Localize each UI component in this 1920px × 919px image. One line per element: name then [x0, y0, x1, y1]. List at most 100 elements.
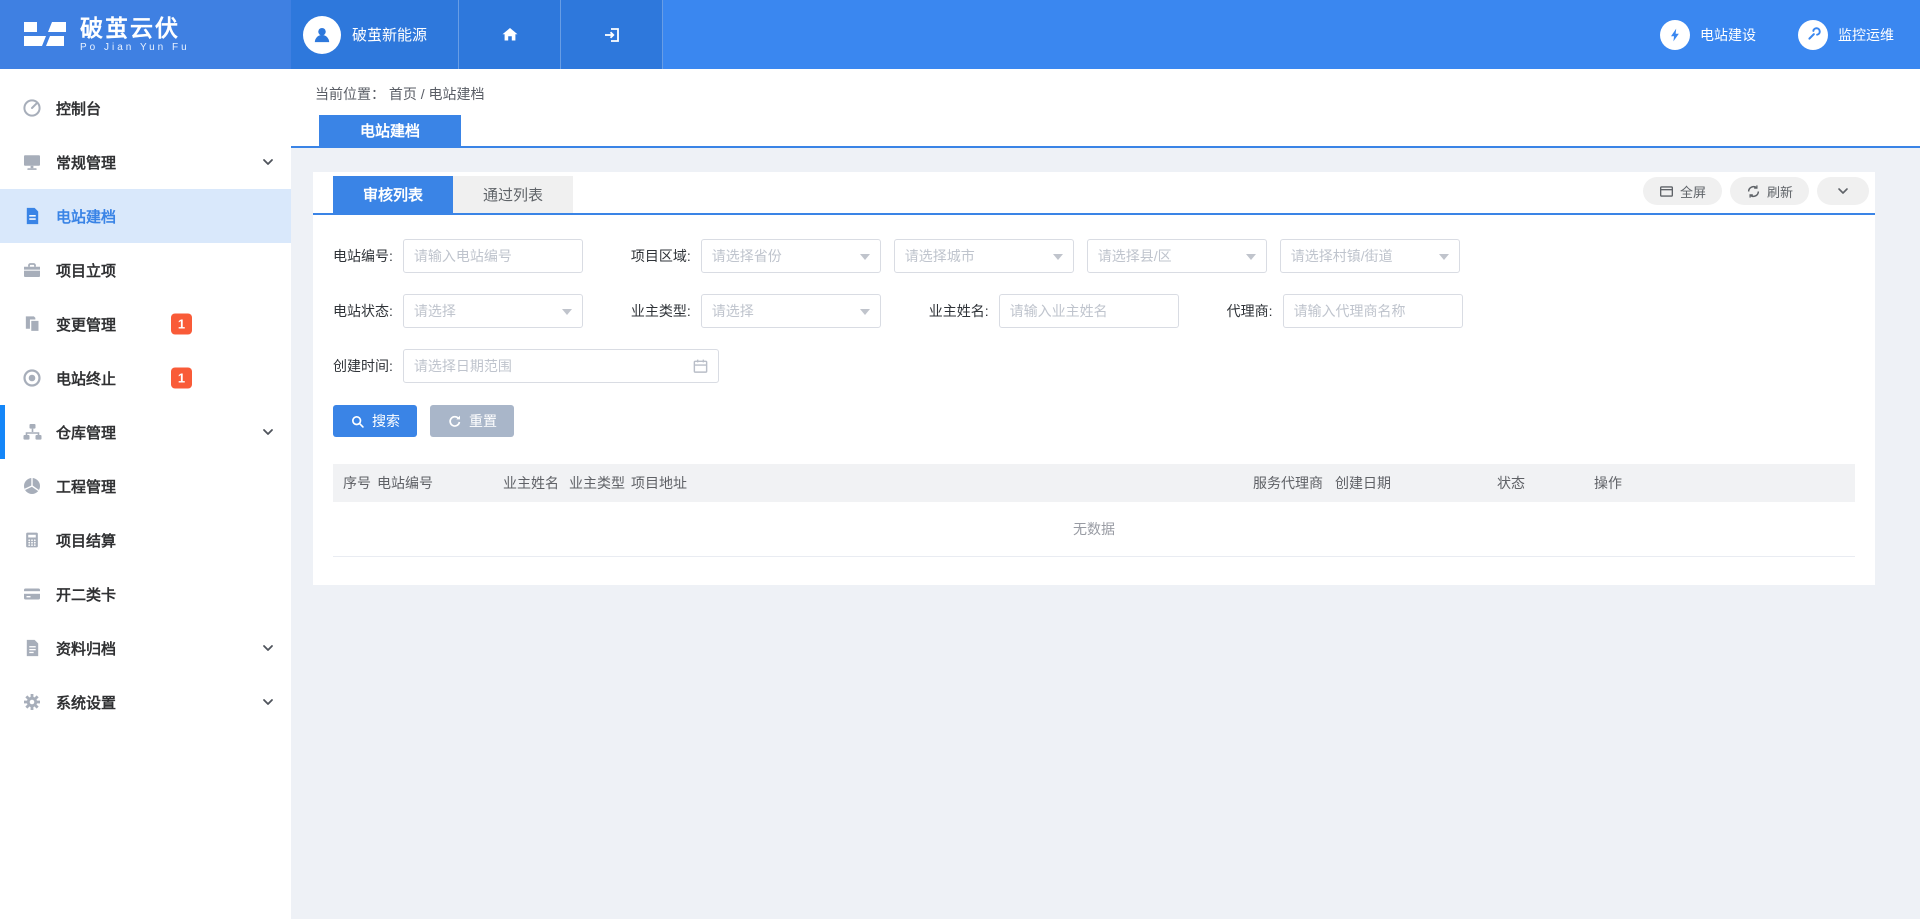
sidebar-item-system-settings[interactable]: 系统设置 — [0, 675, 291, 729]
nav-station-build[interactable]: 电站建设 — [1660, 0, 1756, 69]
fullscreen-button[interactable]: 全屏 — [1643, 177, 1722, 205]
agent-input[interactable] — [1283, 294, 1463, 328]
create-time-label: 创建时间: — [333, 356, 393, 376]
user-menu[interactable]: 破茧新能源 — [291, 0, 459, 69]
panel-actions: 全屏 刷新 — [1643, 177, 1869, 205]
collapse-toolbar-button[interactable] — [1817, 177, 1869, 205]
sidebar-item-data-archive[interactable]: 资料归档 — [0, 621, 291, 675]
table-header-row: 序号 电站编号 业主姓名 业主类型 项目地址 服务代理商 创建日期 状态 操作 — [333, 464, 1855, 502]
sidebar-item-station-termination[interactable]: 电站终止 1 — [0, 351, 291, 405]
archive-doc-icon — [21, 637, 43, 659]
column-header: 电站编号 — [377, 473, 503, 493]
page-tab-station-archive[interactable]: 电站建档 — [319, 115, 461, 146]
column-header: 操作 — [1594, 473, 1855, 493]
caret-down-icon — [860, 254, 870, 265]
province-select-placeholder: 请选择省份 — [712, 246, 782, 266]
filter-row-3: 创建时间: 请选择日期范围 — [333, 349, 1855, 383]
sidebar: 破茧云伏 Po Jian Yun Fu 控制台 常规管理 — [0, 0, 291, 919]
nav-monitor-ops[interactable]: 监控运维 — [1798, 0, 1894, 69]
refresh-label: 刷新 — [1767, 182, 1793, 201]
province-select[interactable]: 请选择省份 — [701, 239, 881, 273]
target-icon — [21, 367, 43, 389]
wrench-icon — [1798, 20, 1828, 50]
brand-logo: 破茧云伏 Po Jian Yun Fu — [0, 0, 291, 69]
search-button[interactable]: 搜索 — [333, 405, 417, 437]
owner-name-label: 业主姓名: — [929, 301, 989, 321]
sidebar-item-engineering-management[interactable]: 工程管理 — [0, 459, 291, 513]
station-status-select[interactable]: 请选择 — [403, 294, 583, 328]
chevron-down-icon — [261, 641, 275, 655]
column-header: 业主姓名 — [503, 473, 569, 493]
filter-buttons: 搜索 重置 — [313, 404, 1875, 437]
home-icon — [500, 25, 520, 45]
sidebar-item-label: 开二类卡 — [56, 584, 116, 605]
sidebar-nav: 控制台 常规管理 电站建档 项 — [0, 69, 291, 729]
briefcase-icon — [21, 259, 43, 281]
column-header: 状态 — [1497, 473, 1594, 493]
column-header: 创建日期 — [1335, 473, 1497, 493]
district-select-placeholder: 请选择县/区 — [1098, 246, 1172, 266]
top-header: 破茧新能源 电站建设 — [291, 0, 1920, 69]
caret-down-icon — [860, 309, 870, 320]
results-table: 序号 电站编号 业主姓名 业主类型 项目地址 服务代理商 创建日期 状态 操作 … — [333, 464, 1855, 557]
panel-tabs: 审核列表 通过列表 全屏 刷新 — [313, 172, 1875, 215]
filter-row-2: 电站状态: 请选择 业主类型: 请选择 — [333, 294, 1855, 328]
empty-state: 无数据 — [333, 502, 1855, 557]
sidebar-item-label: 仓库管理 — [56, 422, 116, 443]
column-header: 序号 — [343, 473, 377, 493]
region-label: 项目区域: — [631, 246, 691, 266]
logout-button[interactable] — [561, 0, 663, 69]
document-icon — [21, 205, 43, 227]
sidebar-item-change-management[interactable]: 变更管理 1 — [0, 297, 291, 351]
sidebar-item-general-management[interactable]: 常规管理 — [0, 135, 291, 189]
sidebar-item-label: 项目结算 — [56, 530, 116, 551]
fullscreen-label: 全屏 — [1680, 182, 1706, 201]
gear-icon — [21, 691, 43, 713]
town-select[interactable]: 请选择村镇/街道 — [1280, 239, 1460, 273]
main-column: 破茧新能源 电站建设 — [291, 0, 1920, 919]
date-range-input[interactable]: 请选择日期范围 — [403, 349, 719, 383]
bank-card-icon — [21, 583, 43, 605]
owner-name-input[interactable] — [999, 294, 1179, 328]
sidebar-item-label: 控制台 — [56, 98, 101, 119]
brand-text: 破茧云伏 Po Jian Yun Fu — [80, 16, 190, 53]
avatar-icon — [303, 16, 341, 54]
reset-button[interactable]: 重置 — [430, 405, 514, 437]
date-range-placeholder: 请选择日期范围 — [414, 356, 512, 376]
breadcrumb-prefix: 当前位置： — [315, 86, 385, 102]
tab-passed-list[interactable]: 通过列表 — [453, 176, 573, 213]
sidebar-item-type2-card[interactable]: 开二类卡 — [0, 567, 291, 621]
tab-review-list[interactable]: 审核列表 — [333, 176, 453, 213]
sidebar-item-project-initiation[interactable]: 项目立项 — [0, 243, 291, 297]
sidebar-item-station-archive[interactable]: 电站建档 — [0, 189, 291, 243]
content-area: 审核列表 通过列表 全屏 刷新 — [291, 148, 1920, 919]
pages-icon — [21, 313, 43, 335]
sidebar-item-label: 电站建档 — [56, 206, 116, 227]
city-select-placeholder: 请选择城市 — [905, 246, 975, 266]
home-button[interactable] — [459, 0, 561, 69]
sidebar-item-label: 工程管理 — [56, 476, 116, 497]
station-no-input[interactable] — [403, 239, 583, 273]
owner-type-label: 业主类型: — [631, 301, 691, 321]
reset-icon — [447, 414, 462, 429]
owner-type-select[interactable]: 请选择 — [701, 294, 881, 328]
refresh-button[interactable]: 刷新 — [1730, 177, 1809, 205]
sidebar-item-project-settlement[interactable]: 项目结算 — [0, 513, 291, 567]
header-spacer — [663, 0, 1660, 69]
city-select[interactable]: 请选择城市 — [894, 239, 1074, 273]
company-name: 破茧新能源 — [352, 24, 427, 45]
search-label: 搜索 — [372, 411, 400, 431]
caret-down-icon — [562, 309, 572, 320]
sidebar-item-warehouse-management[interactable]: 仓库管理 — [0, 405, 291, 459]
breadcrumb-path: 首页 / 电站建档 — [389, 86, 485, 102]
breadcrumb: 当前位置： 首页 / 电站建档 — [315, 84, 485, 104]
lightning-icon — [1660, 20, 1690, 50]
sidebar-item-label: 变更管理 — [56, 314, 116, 335]
brand-title: 破茧云伏 — [80, 16, 190, 40]
column-header: 业主类型 — [569, 473, 631, 493]
district-select[interactable]: 请选择县/区 — [1087, 239, 1267, 273]
sidebar-item-console[interactable]: 控制台 — [0, 81, 291, 135]
filter-row-1: 电站编号: 项目区域: 请选择省份 请选择城市 — [333, 239, 1855, 273]
refresh-icon — [1746, 184, 1761, 199]
reset-label: 重置 — [469, 411, 497, 431]
